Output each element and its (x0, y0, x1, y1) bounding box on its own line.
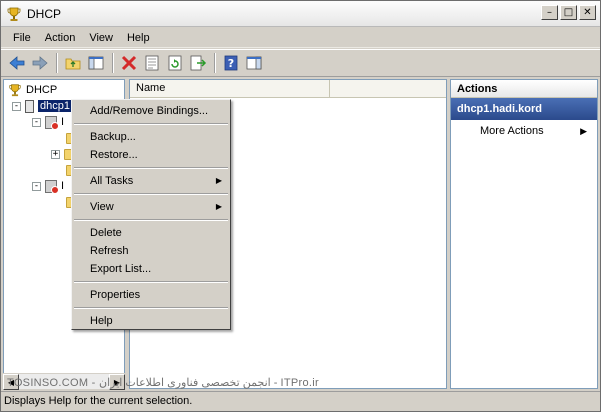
collapse-icon[interactable]: - (32, 117, 41, 127)
svg-text:?: ? (228, 57, 234, 70)
menu-file[interactable]: File (6, 32, 38, 44)
window-title: DHCP (27, 7, 62, 21)
menu-item-label: Delete (90, 227, 122, 239)
column-headers: Name (130, 80, 446, 98)
actions-pane: Actions dhcp1.hadi.kord More Actions ▶ (450, 79, 598, 389)
maximize-button[interactable]: □ (560, 5, 577, 20)
menu-item-label: Restore... (90, 149, 138, 161)
menu-item-help[interactable]: Help (72, 312, 230, 330)
ipv4-icon (45, 115, 59, 130)
actions-section-server[interactable]: dhcp1.hadi.kord (451, 98, 597, 120)
menu-item-label: Backup... (90, 131, 136, 143)
menu-item-label: Add/Remove Bindings... (90, 105, 209, 117)
context-menu: Add/Remove Bindings... Backup... Restore… (71, 99, 231, 330)
menu-bar: File Action View Help (1, 28, 600, 48)
collapse-icon[interactable]: - (32, 181, 41, 191)
submenu-arrow-icon: ▶ (215, 202, 222, 211)
submenu-arrow-icon: ▶ (580, 126, 587, 136)
more-actions-label: More Actions (480, 125, 544, 137)
menu-separator (74, 219, 228, 221)
tree-node-label: I (61, 180, 65, 192)
show-hide-tree-icon[interactable] (85, 52, 107, 74)
delete-icon[interactable] (118, 52, 140, 74)
status-text: Displays Help for the current selection. (4, 395, 193, 407)
menu-item-backup[interactable]: Backup... (72, 128, 230, 146)
column-header-name[interactable]: Name (130, 80, 330, 98)
menu-item-label: Refresh (90, 245, 129, 257)
tree-node-label: I (61, 116, 65, 128)
menu-action[interactable]: Action (38, 32, 83, 44)
toolbar-separator (112, 53, 114, 73)
window-controls: – □ ✕ (541, 5, 596, 20)
column-header[interactable] (330, 80, 446, 98)
expand-icon[interactable]: + (51, 149, 60, 159)
up-folder-icon[interactable] (62, 52, 84, 74)
menu-item-label: View (90, 201, 114, 213)
toolbar: ? (1, 49, 600, 77)
menu-separator (74, 281, 228, 283)
status-bar: TOSINSO.COM - انجمن تخصصی فناوری اطلاعات… (1, 377, 600, 411)
menu-item-label: Export List... (90, 263, 152, 275)
menu-item-label: Help (90, 315, 113, 327)
tree-node-ipv4[interactable]: - I (32, 114, 64, 130)
menu-item-delete[interactable]: Delete (72, 224, 230, 242)
toolbar-separator (56, 53, 58, 73)
watermark-text: TOSINSO.COM - انجمن تخصصی فناوری اطلاعات… (7, 377, 319, 389)
tree-node-ipv6[interactable]: - I (32, 178, 64, 194)
menu-separator (74, 167, 228, 169)
menu-view[interactable]: View (82, 32, 120, 44)
actions-header: Actions (451, 80, 597, 98)
submenu-arrow-icon: ▶ (215, 176, 222, 185)
toolbar-separator (214, 53, 216, 73)
collapse-icon[interactable]: - (12, 101, 21, 111)
menu-item-restore[interactable]: Restore... (72, 146, 230, 164)
menu-separator (74, 307, 228, 309)
menu-item-refresh[interactable]: Refresh (72, 242, 230, 260)
mmc-window: DHCP – □ ✕ File Action View Help ? DHCP … (0, 0, 601, 412)
menu-item-label: All Tasks (90, 175, 134, 187)
menu-item-add-remove-bindings[interactable]: Add/Remove Bindings... (72, 102, 230, 120)
back-icon[interactable] (6, 52, 28, 74)
properties-icon[interactable] (141, 52, 163, 74)
menu-separator (74, 123, 228, 125)
menu-item-view[interactable]: View ▶ (72, 198, 230, 216)
close-button[interactable]: ✕ (579, 5, 596, 20)
menu-item-all-tasks[interactable]: All Tasks ▶ (72, 172, 230, 190)
server-icon (25, 99, 34, 113)
menu-separator (74, 193, 228, 195)
menu-item-export-list[interactable]: Export List... (72, 260, 230, 278)
ipv6-icon (45, 179, 59, 194)
menu-item-label: Properties (90, 289, 141, 301)
dhcp-trophy-icon (9, 84, 21, 97)
more-actions-item[interactable]: More Actions ▶ (451, 120, 597, 142)
minimize-button[interactable]: – (541, 5, 558, 20)
title-bar: DHCP – □ ✕ (1, 1, 600, 27)
menu-item-properties[interactable]: Properties (72, 286, 230, 304)
refresh-icon[interactable] (164, 52, 186, 74)
export-list-icon[interactable] (187, 52, 209, 74)
tree-node-dhcp[interactable]: DHCP (7, 82, 57, 98)
dhcp-trophy-icon (7, 7, 21, 21)
forward-icon[interactable] (29, 52, 51, 74)
show-hide-action-pane-icon[interactable] (243, 52, 265, 74)
help-icon[interactable]: ? (220, 52, 242, 74)
tree-node-label: DHCP (26, 84, 58, 96)
menu-help[interactable]: Help (120, 32, 157, 44)
